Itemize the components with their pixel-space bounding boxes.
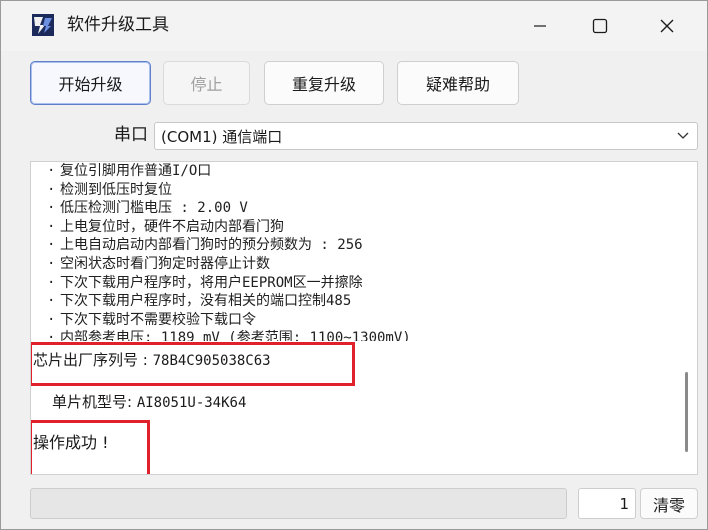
log-line: · 检测到低压时复位 bbox=[47, 181, 172, 198]
close-button[interactable] bbox=[637, 1, 697, 51]
model-value: AI8051U-34K64 bbox=[136, 395, 247, 411]
log-line: · 下次下载时不需要校验下载口令 bbox=[47, 311, 256, 328]
start-upgrade-button[interactable]: 开始升级 bbox=[30, 61, 151, 105]
port-label: 串口 bbox=[114, 125, 148, 145]
maximize-button[interactable] bbox=[570, 1, 630, 51]
clear-count-button[interactable]: 清零 bbox=[640, 488, 698, 519]
stop-button[interactable]: 停止 bbox=[163, 61, 250, 105]
log-line: · 空闲状态时看门狗定时器停止计数 bbox=[47, 255, 270, 272]
app-logo-icon bbox=[32, 14, 54, 36]
count-field: 1 bbox=[578, 488, 636, 519]
minimize-button[interactable] bbox=[510, 1, 570, 51]
window-title: 软件升级工具 bbox=[67, 15, 169, 35]
log-line: · 复位引脚用作普通I/O口 bbox=[47, 163, 212, 179]
chevron-down-icon bbox=[677, 132, 689, 139]
status-field bbox=[30, 488, 567, 519]
close-icon bbox=[660, 19, 674, 33]
help-button[interactable]: 疑难帮助 bbox=[397, 61, 519, 105]
repeat-upgrade-button[interactable]: 重复升级 bbox=[264, 61, 384, 105]
model-label: 单片机型号: bbox=[52, 393, 137, 411]
title-bar[interactable]: 软件升级工具 bbox=[1, 1, 707, 51]
log-line: · 下次下载用户程序时，将用户EEPROM区一并擦除 bbox=[47, 274, 363, 291]
upgrade-tool-window: 软件升级工具 开始升级 停止 重复升级 疑难帮助 串口 (COM1) 通信端口 bbox=[0, 0, 708, 530]
result-highlight-box bbox=[31, 420, 150, 474]
log-scrollbar[interactable] bbox=[685, 372, 688, 452]
serial-highlight-box bbox=[31, 342, 355, 386]
log-line: · 内部参考电压: 1189 mV (参考范围: 1100~1300mV) bbox=[47, 330, 411, 342]
log-lines: · 复位引脚用作普通I/O口 · 检测到低压时复位 · 低压检测门槛电压 : 2.00… bbox=[47, 162, 411, 341]
log-line: · 上电自动启动内部看门狗时的预分频数为 : 256 bbox=[47, 237, 363, 254]
port-selected-value: (COM1) 通信端口 bbox=[161, 127, 283, 146]
minimize-icon bbox=[534, 25, 546, 27]
mcu-model-line: 单片机型号: AI8051U-34K64 bbox=[52, 391, 246, 412]
maximize-icon bbox=[592, 18, 608, 34]
log-line: · 低压检测门槛电压 : 2.00 V bbox=[47, 200, 248, 217]
log-line: · 上电复位时，硬件不启动内部看门狗 bbox=[47, 218, 284, 235]
log-line: · 下次下载用户程序时，没有相关的端口控制485 bbox=[47, 293, 352, 310]
log-output[interactable]: · 复位引脚用作普通I/O口 · 检测到低压时复位 · 低压检测门槛电压 : 2.00… bbox=[30, 161, 698, 475]
port-select[interactable]: (COM1) 通信端口 bbox=[154, 122, 698, 150]
